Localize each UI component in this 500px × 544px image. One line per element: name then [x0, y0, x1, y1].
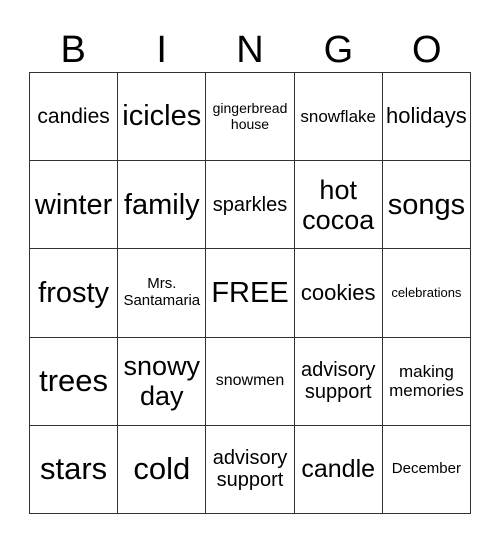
header-letter-i: I: [156, 29, 167, 71]
bingo-cell[interactable]: winter: [30, 161, 119, 250]
bingo-cell[interactable]: cold: [118, 425, 207, 514]
bingo-cell[interactable]: snowflake: [294, 73, 383, 162]
bingo-cell[interactable]: Mrs. Santamaria: [118, 249, 207, 338]
bingo-cell[interactable]: holidays: [382, 73, 471, 162]
bingo-header: B I N G O: [29, 28, 471, 72]
bingo-cell[interactable]: stars: [30, 425, 119, 514]
bingo-cell[interactable]: songs: [382, 161, 471, 250]
bingo-cell[interactable]: candies: [30, 73, 119, 162]
header-letter-b: B: [60, 29, 86, 71]
bingo-cell[interactable]: December: [382, 425, 471, 514]
bingo-cell[interactable]: advisory support: [294, 337, 383, 426]
bingo-cell[interactable]: advisory support: [206, 425, 295, 514]
bingo-cell[interactable]: icicles: [118, 73, 207, 162]
bingo-cell[interactable]: candle: [294, 425, 383, 514]
bingo-cell[interactable]: snowmen: [206, 337, 295, 426]
bingo-cell[interactable]: sparkles: [206, 161, 295, 250]
bingo-cell[interactable]: gingerbread house: [206, 73, 295, 162]
bingo-cell[interactable]: snowy day: [118, 337, 207, 426]
bingo-cell[interactable]: hot cocoa: [294, 161, 383, 250]
header-letter-n: N: [236, 29, 264, 71]
header-letter-o: O: [412, 29, 442, 71]
bingo-cell[interactable]: frosty: [30, 249, 119, 338]
header-letter-g: G: [323, 29, 354, 71]
bingo-cell[interactable]: cookies: [294, 249, 383, 338]
bingo-grid: candies icicles gingerbread house snowfl…: [29, 72, 471, 514]
bingo-cell[interactable]: FREE: [206, 249, 295, 338]
bingo-cell[interactable]: family: [118, 161, 207, 250]
bingo-cell[interactable]: trees: [30, 337, 119, 426]
bingo-cell[interactable]: celebrations: [382, 249, 471, 338]
bingo-cell[interactable]: making memories: [382, 337, 471, 426]
